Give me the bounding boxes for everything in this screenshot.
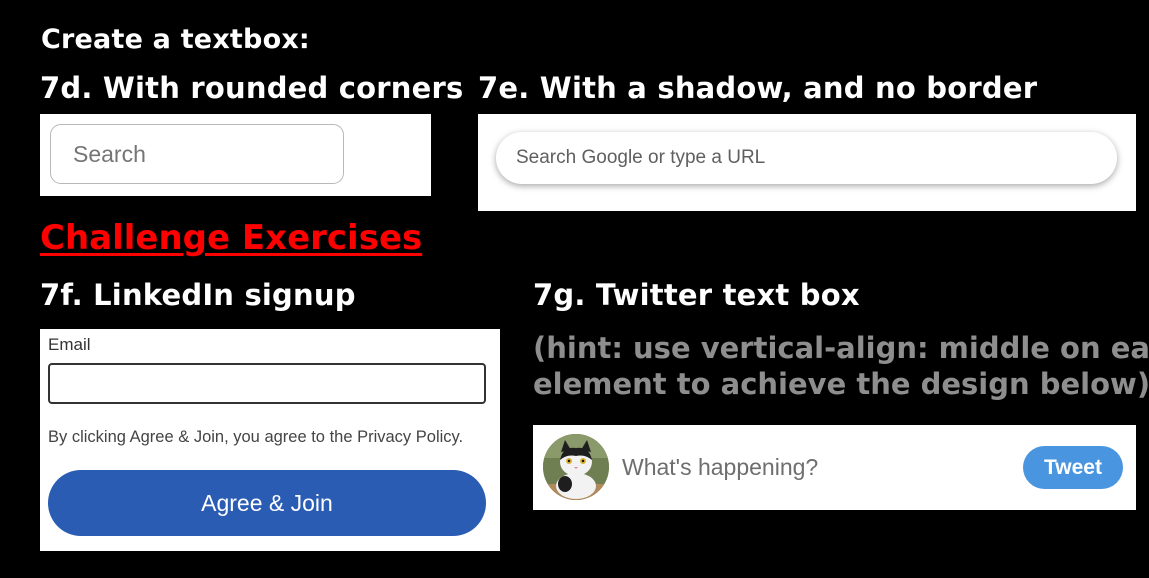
hint-line-2: element to achieve the design below) bbox=[533, 367, 1149, 401]
panel-7e bbox=[478, 114, 1136, 211]
tweet-button[interactable]: Tweet bbox=[1023, 446, 1123, 489]
agree-join-button[interactable]: Agree & Join bbox=[48, 470, 486, 536]
hint-line-1: (hint: use vertical-align: middle on eac… bbox=[533, 331, 1149, 365]
hint-text: (hint: use vertical-align: middle on eac… bbox=[533, 330, 1149, 402]
heading-7e: 7e. With a shadow, and no border bbox=[478, 71, 1038, 105]
rounded-search-input[interactable] bbox=[50, 124, 344, 184]
panel-7f-linkedin: Email By clicking Agree & Join, you agre… bbox=[40, 329, 500, 551]
heading-7f: 7f. LinkedIn signup bbox=[40, 278, 356, 312]
page-title: Create a textbox: bbox=[41, 24, 310, 55]
panel-7g-twitter: Tweet bbox=[533, 425, 1136, 510]
challenge-heading: Challenge Exercises bbox=[40, 218, 423, 258]
tweet-input[interactable] bbox=[622, 447, 1002, 487]
cat-avatar-icon bbox=[543, 434, 609, 500]
email-label: Email bbox=[48, 335, 91, 354]
heading-7g: 7g. Twitter text box bbox=[533, 278, 860, 312]
panel-7d bbox=[40, 114, 431, 196]
privacy-policy-text: By clicking Agree & Join, you agree to t… bbox=[48, 428, 464, 446]
email-field[interactable] bbox=[48, 363, 486, 404]
shadow-search-input[interactable] bbox=[496, 132, 1117, 184]
cat-avatar-image bbox=[543, 434, 609, 500]
heading-7d: 7d. With rounded corners bbox=[40, 71, 464, 105]
